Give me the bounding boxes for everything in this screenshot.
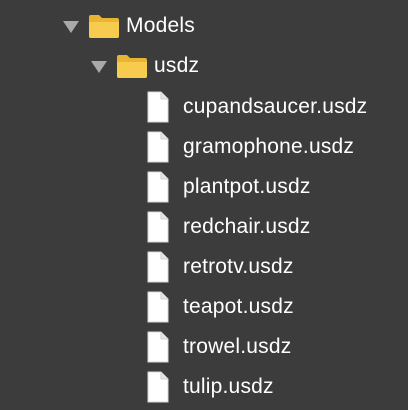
tree-item-models[interactable]: Models	[62, 8, 195, 44]
disclosure-triangle-icon[interactable]	[90, 57, 108, 75]
tree-item-file[interactable]: plantpot.usdz	[146, 167, 311, 207]
tree-item-label: cupandsaucer.usdz	[183, 95, 368, 118]
tree-item-file[interactable]: teapot.usdz	[146, 287, 294, 327]
tree-item-file[interactable]: cupandsaucer.usdz	[146, 87, 367, 127]
tree-item-usdz[interactable]: usdz	[90, 48, 199, 84]
tree-item-file[interactable]: gramophone.usdz	[146, 127, 354, 167]
disclosure-triangle-icon[interactable]	[62, 17, 80, 35]
tree-item-label: redchair.usdz	[183, 215, 311, 238]
document-icon	[146, 251, 170, 283]
tree-item-label: gramophone.usdz	[183, 135, 355, 158]
document-icon	[146, 371, 170, 403]
tree-item-label: trowel.usdz	[183, 335, 292, 358]
document-icon	[146, 331, 170, 363]
tree-item-label: Models	[126, 14, 195, 37]
tree-item-label: usdz	[154, 54, 200, 77]
file-tree: Models usdz cupandsaucer.usdz gramophone.…	[0, 0, 408, 410]
tree-item-file[interactable]: trowel.usdz	[146, 327, 291, 367]
tree-item-file[interactable]: tulip.usdz	[146, 367, 274, 407]
tree-item-label: tulip.usdz	[183, 375, 274, 398]
document-icon	[146, 171, 170, 203]
folder-icon	[88, 13, 120, 39]
folder-icon	[116, 53, 148, 79]
tree-item-label: plantpot.usdz	[183, 175, 311, 198]
document-icon	[146, 211, 170, 243]
document-icon	[146, 91, 170, 123]
tree-item-label: retrotv.usdz	[183, 255, 294, 278]
tree-item-file[interactable]: retrotv.usdz	[146, 247, 294, 287]
tree-item-label: teapot.usdz	[183, 295, 294, 318]
document-icon	[146, 131, 170, 163]
tree-item-file[interactable]: redchair.usdz	[146, 207, 311, 247]
document-icon	[146, 291, 170, 323]
